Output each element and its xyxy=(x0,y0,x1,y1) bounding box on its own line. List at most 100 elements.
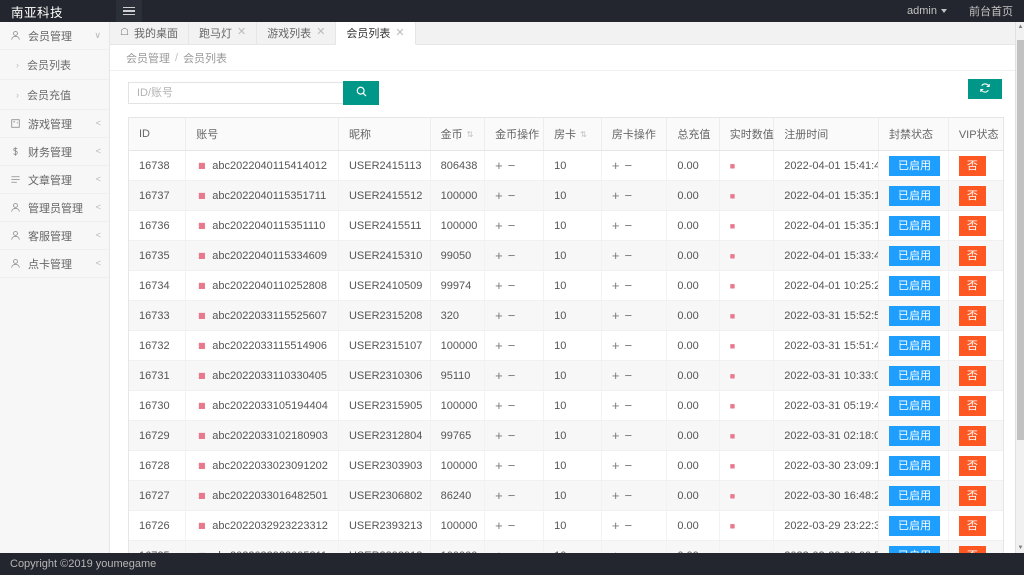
scroll-down-icon[interactable]: ▼ xyxy=(1016,543,1024,553)
op-plus-minus[interactable]: +− xyxy=(495,338,520,353)
table-row[interactable]: 16735■abc2022040115334609USER24153109905… xyxy=(129,241,1003,271)
vip-status-button[interactable]: 否 xyxy=(959,396,986,416)
col-roomcard[interactable]: 房卡⇅ xyxy=(544,118,602,151)
table-row[interactable]: 16730■abc2022033105194404USER23159051000… xyxy=(129,391,1003,421)
table-row[interactable]: 16725■abc2022032923095811USER23939121000… xyxy=(129,541,1003,554)
vip-status-button[interactable]: 否 xyxy=(959,426,986,446)
ban-status-button[interactable]: 已启用 xyxy=(889,156,940,176)
ban-status-button[interactable]: 已启用 xyxy=(889,276,940,296)
scroll-up-icon[interactable]: ▲ xyxy=(1016,22,1024,32)
op-plus-minus[interactable]: +− xyxy=(495,368,520,383)
table-row[interactable]: 16734■abc2022040110252808USER24105099997… xyxy=(129,271,1003,301)
vip-status-button[interactable]: 否 xyxy=(959,336,986,356)
scrollbar-thumb[interactable] xyxy=(1017,40,1024,440)
sidebar-item-game-management[interactable]: 游戏管理 < xyxy=(0,110,109,138)
table-row[interactable]: 16733■abc2022033115525607USER2315208320+… xyxy=(129,301,1003,331)
vip-status-button[interactable]: 否 xyxy=(959,546,986,554)
row-id: 16728 xyxy=(139,460,170,472)
table-row[interactable]: 16732■abc2022033115514906USER23151071000… xyxy=(129,331,1003,361)
sidebar-item-point-card-management[interactable]: 点卡管理 < xyxy=(0,250,109,278)
breadcrumb-parent[interactable]: 会员管理 xyxy=(126,50,170,66)
close-icon[interactable]: ✕ xyxy=(237,27,246,38)
op-plus-minus[interactable]: +− xyxy=(495,458,520,473)
table-row[interactable]: 16737■abc2022040115351711USER24155121000… xyxy=(129,181,1003,211)
ban-status-button[interactable]: 已启用 xyxy=(889,246,940,266)
ban-status-button[interactable]: 已启用 xyxy=(889,486,940,506)
sidebar-item-customer-service-management[interactable]: 客服管理 < xyxy=(0,222,109,250)
op-plus-minus[interactable]: +− xyxy=(495,428,520,443)
op-plus-minus[interactable]: +− xyxy=(495,218,520,233)
vip-status-button[interactable]: 否 xyxy=(959,366,986,386)
cell-roomcard-op: +− xyxy=(601,451,666,481)
ban-status-button[interactable]: 已启用 xyxy=(889,216,940,236)
op-plus-minus[interactable]: +− xyxy=(612,188,637,203)
ban-status-button[interactable]: 已启用 xyxy=(889,426,940,446)
op-plus-minus[interactable]: +− xyxy=(612,368,637,383)
op-plus-minus[interactable]: +− xyxy=(612,398,637,413)
ban-status-button[interactable]: 已启用 xyxy=(889,336,940,356)
vip-status-button[interactable]: 否 xyxy=(959,216,986,236)
search-input[interactable] xyxy=(128,82,343,104)
op-plus-minus[interactable]: +− xyxy=(495,188,520,203)
ban-status-button[interactable]: 已启用 xyxy=(889,396,940,416)
vip-status-button[interactable]: 否 xyxy=(959,276,986,296)
sidebar-item-article-management[interactable]: 文章管理 < xyxy=(0,166,109,194)
table-row[interactable]: 16729■abc2022033102180903USER23128049976… xyxy=(129,421,1003,451)
refresh-button[interactable] xyxy=(968,79,1002,99)
sidebar-item-finance-management[interactable]: 财务管理 < xyxy=(0,138,109,166)
op-plus-minus[interactable]: +− xyxy=(495,398,520,413)
close-icon[interactable]: ✕ xyxy=(316,27,325,38)
sidebar-item-member-management[interactable]: 会员管理 ∨ xyxy=(0,22,109,50)
op-plus-minus[interactable]: +− xyxy=(495,308,520,323)
table-row[interactable]: 16738■abc2022040115414012USER24151138064… xyxy=(129,151,1003,181)
table-row[interactable]: 16726■abc2022032923223312USER23932131000… xyxy=(129,511,1003,541)
user-menu[interactable]: admin xyxy=(896,0,958,22)
vertical-scrollbar[interactable]: ▲ ▼ xyxy=(1015,22,1024,553)
op-plus-minus[interactable]: +− xyxy=(495,248,520,263)
search-button[interactable] xyxy=(343,81,379,105)
table-row[interactable]: 16728■abc2022033023091202USER23039031000… xyxy=(129,451,1003,481)
op-plus-minus[interactable]: +− xyxy=(612,488,637,503)
vip-status-button[interactable]: 否 xyxy=(959,246,986,266)
ban-status-button[interactable]: 已启用 xyxy=(889,516,940,536)
op-plus-minus[interactable]: +− xyxy=(612,158,637,173)
vip-status-button[interactable]: 否 xyxy=(959,516,986,536)
sidebar-item-member-list[interactable]: › 会员列表 xyxy=(0,50,109,80)
vip-status-button[interactable]: 否 xyxy=(959,186,986,206)
op-plus-minus[interactable]: +− xyxy=(612,338,637,353)
ban-status-button[interactable]: 已启用 xyxy=(889,546,940,554)
op-plus-minus[interactable]: +− xyxy=(495,158,520,173)
op-plus-minus[interactable]: +− xyxy=(612,428,637,443)
op-plus-minus[interactable]: +− xyxy=(495,278,520,293)
tab-my-desktop[interactable]: ☖ 我的桌面 xyxy=(110,22,189,44)
ban-status-button[interactable]: 已启用 xyxy=(889,306,940,326)
frontend-home-link[interactable]: 前台首页 xyxy=(958,0,1024,22)
hamburger-icon[interactable] xyxy=(116,0,142,22)
ban-status-button[interactable]: 已启用 xyxy=(889,186,940,206)
tab-member-list[interactable]: 会员列表 ✕ xyxy=(336,22,415,45)
sidebar-item-admin-management[interactable]: 管理员管理 < xyxy=(0,194,109,222)
op-plus-minus[interactable]: +− xyxy=(612,278,637,293)
col-coin[interactable]: 金币⇅ xyxy=(430,118,485,151)
table-row[interactable]: 16736■abc2022040115351110USER24155111000… xyxy=(129,211,1003,241)
sidebar-item-member-recharge[interactable]: › 会员充值 xyxy=(0,80,109,110)
op-plus-minus[interactable]: +− xyxy=(495,518,520,533)
vip-status-button[interactable]: 否 xyxy=(959,306,986,326)
vip-status-button[interactable]: 否 xyxy=(959,486,986,506)
ban-status-button[interactable]: 已启用 xyxy=(889,366,940,386)
op-plus-minus[interactable]: +− xyxy=(612,218,637,233)
op-plus-minus[interactable]: +− xyxy=(612,308,637,323)
op-plus-minus[interactable]: +− xyxy=(495,488,520,503)
op-plus-minus[interactable]: +− xyxy=(612,458,637,473)
tab-marquee[interactable]: 跑马灯 ✕ xyxy=(189,22,257,44)
vip-status-button[interactable]: 否 xyxy=(959,456,986,476)
table-row[interactable]: 16727■abc2022033016482501USER23068028624… xyxy=(129,481,1003,511)
op-plus-minus[interactable]: +− xyxy=(612,248,637,263)
close-icon[interactable]: ✕ xyxy=(395,28,404,39)
ban-status-button[interactable]: 已启用 xyxy=(889,456,940,476)
vip-status-button[interactable]: 否 xyxy=(959,156,986,176)
row-coin: 100000 xyxy=(441,340,478,352)
op-plus-minus[interactable]: +− xyxy=(612,518,637,533)
table-row[interactable]: 16731■abc2022033110330405USER23103069511… xyxy=(129,361,1003,391)
tab-game-list[interactable]: 游戏列表 ✕ xyxy=(257,22,336,44)
